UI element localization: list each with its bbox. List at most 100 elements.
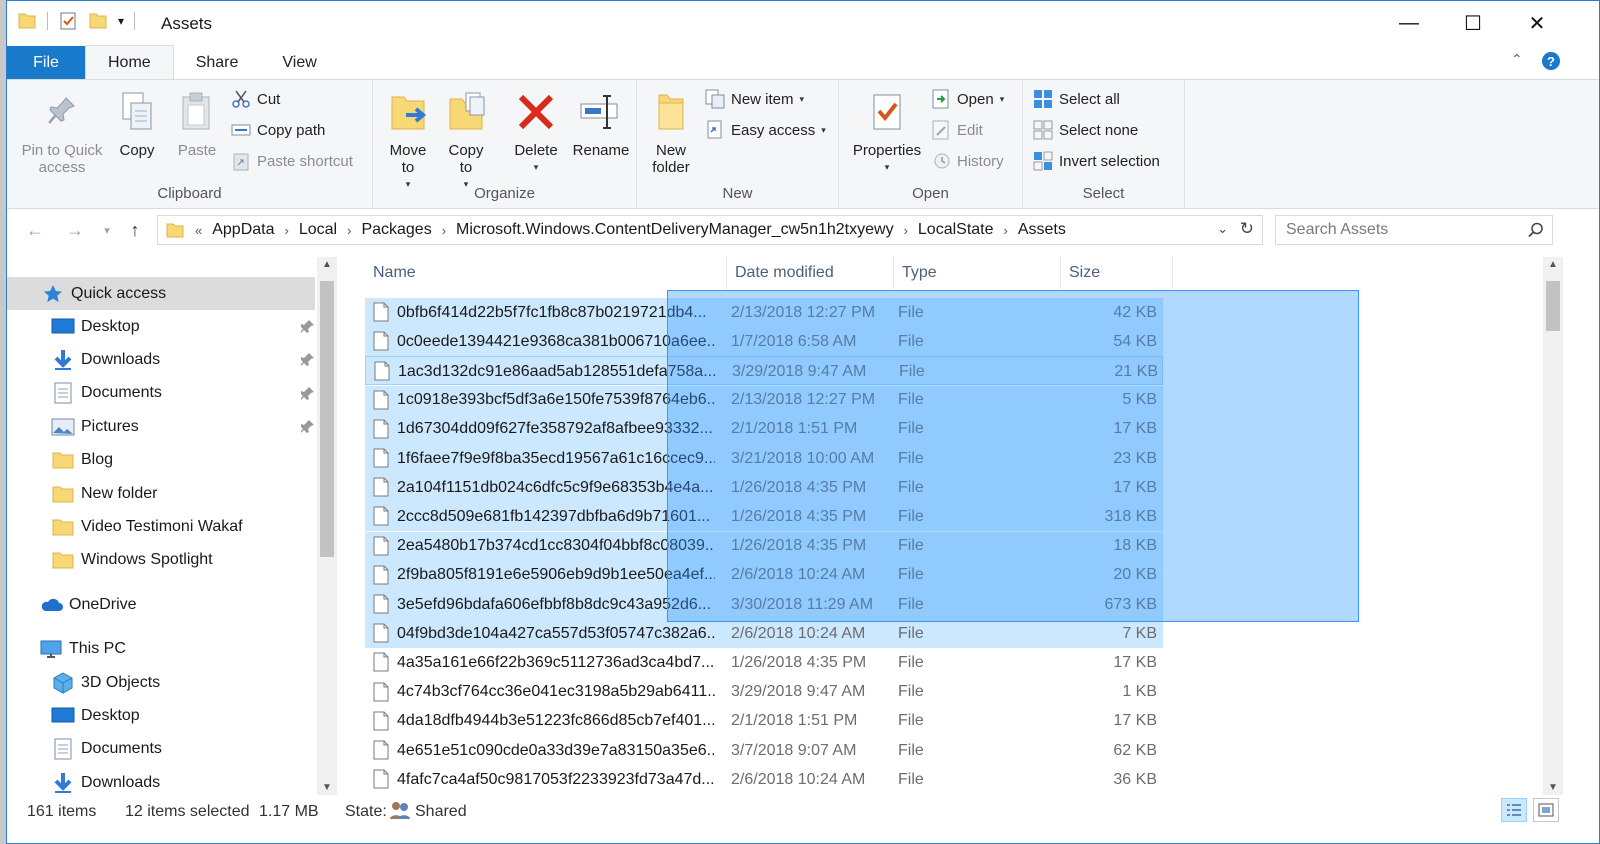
- nav-quick-item[interactable]: Documents: [7, 377, 315, 410]
- help-icon[interactable]: ?: [1541, 51, 1561, 71]
- nav-onedrive[interactable]: OneDrive: [7, 588, 315, 621]
- nav-quick-item[interactable]: Downloads: [7, 343, 315, 376]
- column-header-type[interactable]: Type: [894, 257, 1061, 289]
- invert-selection-button[interactable]: Invert selection: [1033, 148, 1160, 174]
- move-to-button[interactable]: Move to ▾: [385, 88, 431, 193]
- up-arrow-icon[interactable]: ↑: [121, 218, 149, 242]
- file-row[interactable]: 0c0eede1394421e9368ca381b006710a6ee... 1/…: [365, 327, 1163, 357]
- properties-button[interactable]: Properties ▾: [845, 88, 929, 176]
- file-row[interactable]: 4c74b3cf764cc36e041ec3198a5b29ab6411... 3…: [365, 678, 1163, 707]
- select-all-button[interactable]: Select all: [1033, 86, 1120, 112]
- file-row[interactable]: 1d67304dd09f627fe358792af8afbee93332... 2…: [365, 414, 1163, 444]
- nav-this-pc-item[interactable]: Downloads: [7, 766, 315, 795]
- new-item-button[interactable]: New item ▾: [705, 86, 804, 112]
- properties-qat-icon[interactable]: [58, 11, 78, 31]
- breadcrumb-contentdeliverymanager[interactable]: Microsoft.Windows.ContentDeliveryManager…: [451, 221, 899, 239]
- address-overflow[interactable]: «: [190, 223, 207, 238]
- search-input[interactable]: Search Assets: [1275, 215, 1553, 245]
- chevron-right-icon[interactable]: ›: [437, 223, 451, 238]
- nav-quick-item[interactable]: Blog: [7, 444, 315, 477]
- breadcrumb-appdata[interactable]: AppData: [207, 221, 279, 239]
- file-row[interactable]: 1c0918e393bcf5df3a6e150fe7539f8764eb6...…: [365, 385, 1163, 415]
- open-button[interactable]: Open ▾: [931, 86, 1004, 112]
- maximize-button[interactable]: ☐: [1441, 1, 1505, 46]
- paste-shortcut-button[interactable]: Paste shortcut: [231, 148, 353, 174]
- column-header-size[interactable]: Size: [1061, 257, 1173, 289]
- chevron-right-icon[interactable]: ›: [999, 223, 1013, 238]
- nav-quick-item[interactable]: Video Testimoni Wakaf: [7, 510, 315, 543]
- nav-this-pc-item[interactable]: Documents: [7, 733, 315, 766]
- chevron-right-icon[interactable]: ›: [899, 223, 913, 238]
- file-row[interactable]: 2a104f1151db024c6dfc5c9f9e68353b4e4a... 1…: [365, 473, 1163, 503]
- forward-arrow-icon[interactable]: →: [61, 218, 89, 242]
- pin-icon[interactable]: [300, 352, 315, 371]
- file-list-scrollbar-thumb[interactable]: [1546, 281, 1560, 331]
- pin-icon[interactable]: [300, 419, 315, 438]
- nav-quick-item[interactable]: New folder: [7, 477, 315, 510]
- new-folder-button[interactable]: New folder: [645, 88, 697, 176]
- new-folder-qat-icon[interactable]: [88, 11, 108, 31]
- paste-button[interactable]: Paste: [171, 88, 223, 159]
- file-row[interactable]: 0bfb6f414d22b5f7fc1fb8c87b0219721db4... 2…: [365, 298, 1163, 327]
- column-header-date[interactable]: Date modified: [727, 257, 894, 289]
- pin-to-quick-access-button[interactable]: Pin to Quick access: [17, 88, 107, 176]
- nav-quick-access[interactable]: Quick access: [7, 277, 315, 310]
- recent-locations-icon[interactable]: ▾: [93, 218, 121, 242]
- refresh-icon[interactable]: ↻: [1240, 219, 1254, 239]
- tab-file[interactable]: File: [7, 46, 85, 79]
- file-row[interactable]: 2ccc8d509e681fb142397dbfba6d9b71601... 1/…: [365, 502, 1163, 532]
- breadcrumb-assets[interactable]: Assets: [1013, 221, 1071, 239]
- easy-access-button[interactable]: Easy access ▾: [705, 117, 826, 143]
- file-row[interactable]: 4da18dfb4944b3e51223fc866d85cb7ef401... 2…: [365, 707, 1163, 736]
- pin-icon[interactable]: [300, 386, 315, 405]
- tab-home[interactable]: Home: [85, 45, 174, 79]
- nav-quick-item[interactable]: Pictures: [7, 410, 315, 443]
- large-icons-view-icon[interactable]: [1533, 798, 1559, 822]
- file-row[interactable]: 4fafc7ca4af50c9817053f2233923fd73a47d...…: [365, 765, 1163, 794]
- nav-quick-item[interactable]: Windows Spotlight: [7, 544, 315, 577]
- copy-button[interactable]: Copy: [113, 88, 161, 159]
- file-row[interactable]: 2f9ba805f8191e6e5906eb9d9b1ee50ea4ef... 2…: [365, 560, 1163, 590]
- file-list-scrollbar[interactable]: ▲ ▼: [1543, 257, 1563, 795]
- address-bar[interactable]: « AppData › Local › Packages › Microsoft…: [157, 215, 1263, 245]
- chevron-right-icon[interactable]: ›: [280, 223, 294, 238]
- customize-qat-icon[interactable]: ▾: [118, 14, 124, 28]
- cut-button[interactable]: Cut: [231, 86, 280, 112]
- file-row[interactable]: 04f9bd3de104a427ca557d53f05747c382a6... 2…: [365, 619, 1163, 649]
- file-row[interactable]: 1f6faee7f9e9f8ba35ecd19567a61c16ccec9...…: [365, 444, 1163, 473]
- breadcrumb-localstate[interactable]: LocalState: [913, 221, 999, 239]
- close-button[interactable]: ✕: [1505, 1, 1569, 46]
- nav-this-pc-item[interactable]: 3D Objects: [7, 666, 315, 699]
- chevron-down-icon[interactable]: ⌄: [1217, 221, 1228, 237]
- select-none-button[interactable]: Select none: [1033, 117, 1138, 143]
- nav-quick-item[interactable]: Desktop: [7, 310, 315, 343]
- file-row[interactable]: 4e651e51c090cde0a33d39e7a83150a35e6... 3/…: [365, 736, 1163, 765]
- back-arrow-icon[interactable]: ←: [21, 218, 49, 242]
- column-header-name[interactable]: Name ^: [365, 257, 727, 289]
- delete-button[interactable]: Delete ▾: [509, 88, 563, 176]
- file-row[interactable]: 2ea5480b17b374cd1cc8304f04bbf8c08039... 1…: [365, 531, 1163, 561]
- scroll-up-icon[interactable]: ▲: [322, 259, 332, 270]
- breadcrumb-packages[interactable]: Packages: [356, 221, 436, 239]
- nav-scrollbar[interactable]: ▲ ▼: [317, 257, 337, 795]
- details-view-icon[interactable]: [1501, 798, 1527, 822]
- file-row[interactable]: 3e5efd96bdafa606efbbf8b8dc9c43a952d6... 3…: [365, 590, 1163, 619]
- pin-icon[interactable]: [300, 319, 315, 338]
- rename-button[interactable]: Rename: [569, 88, 633, 159]
- tab-view[interactable]: View: [260, 46, 338, 79]
- history-button[interactable]: History: [931, 148, 1004, 174]
- tab-share[interactable]: Share: [174, 46, 261, 79]
- breadcrumb-local[interactable]: Local: [294, 221, 342, 239]
- scroll-up-icon[interactable]: ▲: [1548, 259, 1558, 270]
- scroll-down-icon[interactable]: ▼: [1548, 782, 1558, 793]
- nav-this-pc[interactable]: This PC: [7, 632, 315, 665]
- edit-button[interactable]: Edit: [931, 117, 983, 143]
- nav-this-pc-item[interactable]: Desktop: [7, 699, 315, 732]
- scroll-down-icon[interactable]: ▼: [322, 782, 332, 793]
- copy-path-button[interactable]: Copy path: [231, 117, 325, 143]
- file-row[interactable]: 1ac3d132dc91e86aad5ab128551defa758a... 3/…: [365, 356, 1163, 386]
- collapse-ribbon-icon[interactable]: ⌃: [1511, 51, 1523, 68]
- copy-to-button[interactable]: Copy to ▾: [443, 88, 489, 193]
- file-row[interactable]: 4a35a161e66f22b369c5112736ad3ca4bd7... 1/…: [365, 648, 1163, 677]
- minimize-button[interactable]: —: [1377, 1, 1441, 46]
